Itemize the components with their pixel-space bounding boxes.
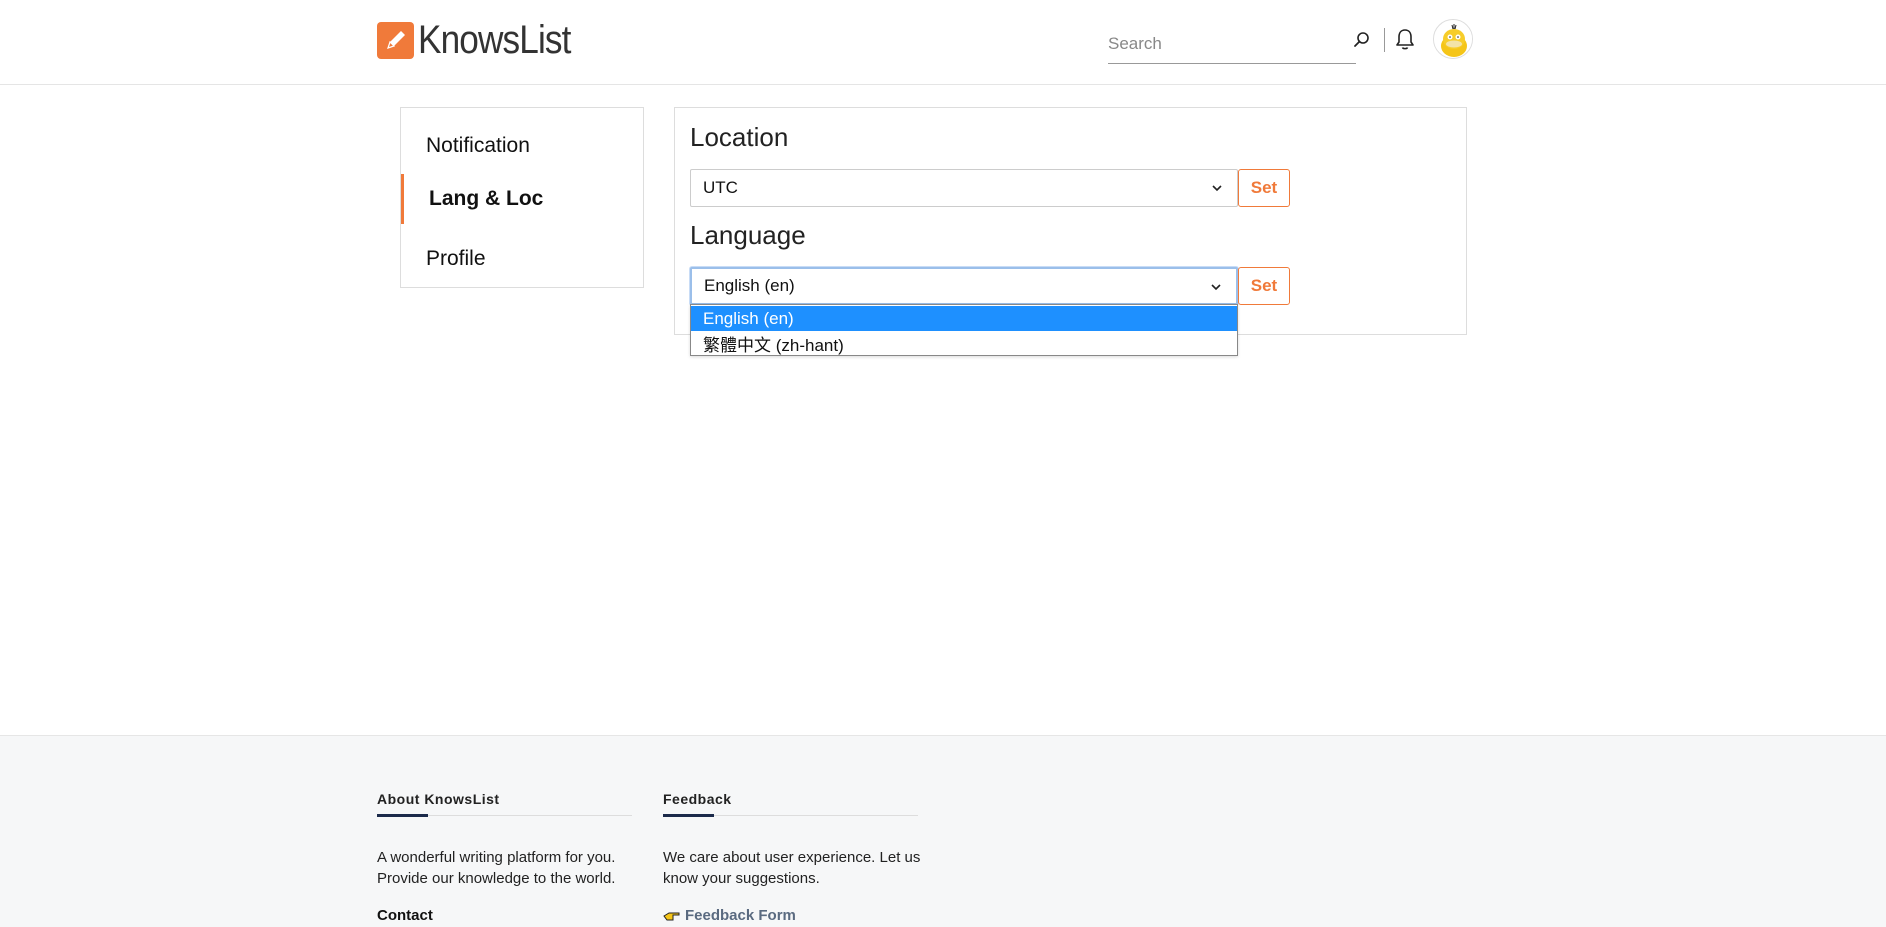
page-footer: About KnowsList A wonderful writing plat… <box>0 735 1886 927</box>
bell-icon[interactable] <box>1394 27 1416 51</box>
pointing-hand-icon <box>663 912 680 920</box>
sidebar-item-profile[interactable]: Profile <box>401 234 643 284</box>
app-logo[interactable]: KnowsList <box>377 20 591 60</box>
language-selected-value: English (en) <box>704 276 795 295</box>
sidebar-item-notification[interactable]: Notification <box>401 121 643 171</box>
language-option-en[interactable]: English (en) <box>691 306 1237 331</box>
language-option-zh-hant[interactable]: 繁體中文 (zh-hant) <box>691 331 1237 356</box>
footer-about-text: A wonderful writing platform for you. Pr… <box>377 849 616 887</box>
footer-feedback-heading: Feedback <box>663 791 732 807</box>
settings-sidebar: Notification Lang & Loc Profile <box>400 107 644 288</box>
footer-about-heading: About KnowsList <box>377 791 500 807</box>
language-title: Language <box>690 220 806 250</box>
location-title: Location <box>690 122 789 152</box>
chevron-down-icon <box>1211 284 1221 291</box>
language-options-list: English (en) 繁體中文 (zh-hant) <box>690 304 1238 356</box>
location-select[interactable]: UTC <box>690 169 1238 207</box>
footer-feedback-text: We care about user experience. Let us kn… <box>663 849 921 887</box>
sidebar-item-lang-loc[interactable]: Lang & Loc <box>401 174 643 224</box>
feedback-form-link[interactable]: Feedback Form <box>663 907 796 924</box>
header-divider <box>1384 28 1385 52</box>
app-name: KnowsList <box>418 18 571 62</box>
search-box <box>1108 24 1356 64</box>
feedback-form-label: Feedback Form <box>685 907 796 924</box>
footer-divider-accent <box>663 814 714 817</box>
search-input[interactable] <box>1108 29 1318 59</box>
footer-divider-accent <box>377 814 428 817</box>
location-set-button[interactable]: Set <box>1238 169 1290 207</box>
pencil-icon <box>377 21 414 59</box>
chevron-down-icon <box>1212 185 1222 192</box>
location-selected-value: UTC <box>703 178 738 197</box>
lang-loc-panel: Location UTC Set Language English (en) S… <box>674 107 1467 335</box>
search-icon[interactable] <box>1352 30 1372 50</box>
footer-contact-label: Contact <box>377 907 433 924</box>
user-avatar[interactable] <box>1433 19 1473 59</box>
language-select[interactable]: English (en) <box>690 267 1238 305</box>
language-set-button[interactable]: Set <box>1238 267 1290 305</box>
top-header: KnowsList <box>0 0 1886 85</box>
